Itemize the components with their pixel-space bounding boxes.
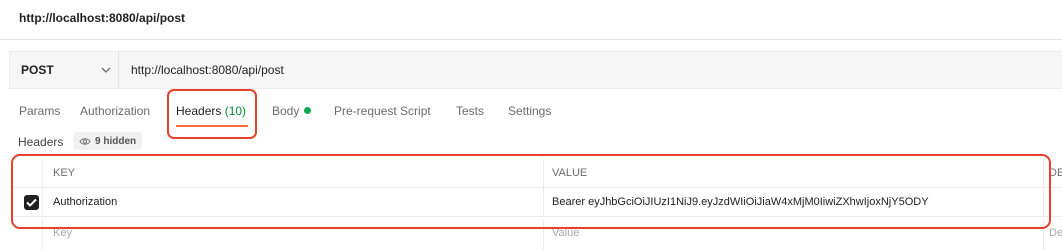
headers-section-label: Headers [18, 135, 64, 149]
chevron-down-icon [101, 67, 111, 73]
headers-table-highlight [11, 154, 1051, 229]
url-input[interactable]: http://localhost:8080/api/post [131, 63, 284, 77]
request-title: http://localhost:8080/api/post [19, 11, 186, 25]
body-status-dot [304, 107, 312, 114]
tab-pre-request-script[interactable]: Pre-request Script [334, 104, 431, 118]
url-bar: POST http://localhost:8080/api/post [9, 51, 1062, 89]
tab-params[interactable]: Params [19, 104, 60, 118]
request-tabs: Params Authorization Headers (10) Body P… [0, 95, 1062, 127]
request-title-bar: http://localhost:8080/api/post [0, 0, 1062, 40]
method-select[interactable]: POST [10, 52, 119, 88]
tab-tests[interactable]: Tests [456, 104, 484, 118]
tab-body[interactable]: Body [272, 104, 312, 118]
method-label: POST [21, 63, 54, 77]
hidden-headers-toggle[interactable]: 9 hidden [73, 132, 143, 150]
headers-tab-highlight [167, 89, 257, 139]
tab-authorization[interactable]: Authorization [80, 104, 150, 118]
new-description-input[interactable]: De [1049, 227, 1062, 239]
tab-body-label: Body [272, 104, 300, 118]
tab-settings[interactable]: Settings [508, 104, 551, 118]
eye-icon [79, 137, 91, 145]
hidden-headers-label: 9 hidden [95, 135, 137, 147]
